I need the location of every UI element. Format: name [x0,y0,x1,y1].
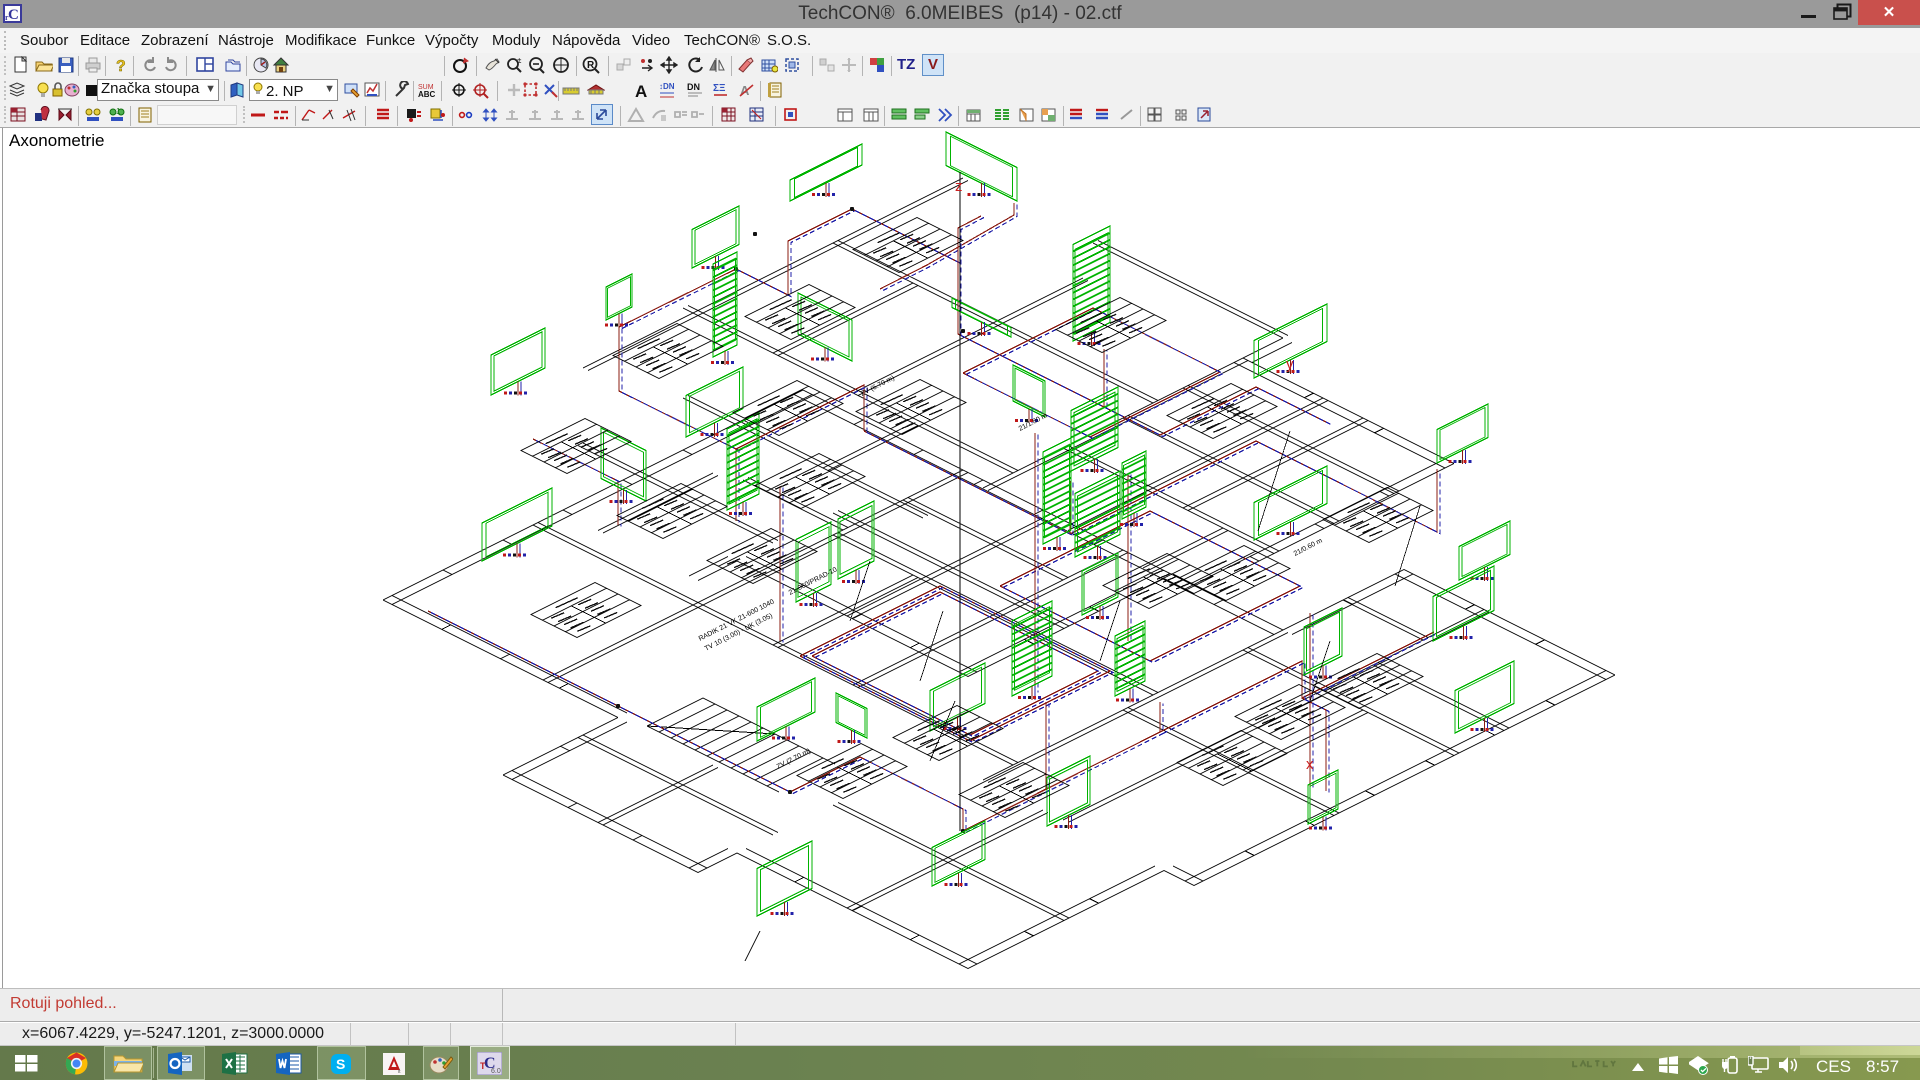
svg-text:y: y [1286,356,1294,373]
svg-text:A: A [635,82,647,99]
svg-text:6.0: 6.0 [491,1068,501,1075]
svg-text:z: z [955,178,963,195]
svg-text:±: ± [517,56,522,65]
svg-text:1: 1 [116,107,121,116]
svg-text:S: S [336,1056,345,1072]
svg-text:T: T [480,1061,486,1071]
svg-text:ΣΞ: ΣΞ [713,83,726,94]
svg-text:R: R [587,60,595,71]
svg-text:ABC: ABC [418,90,435,99]
svg-text:DN: DN [687,82,700,92]
svg-text:ZV (2.70 m): ZV (2.70 m) [776,748,812,771]
svg-text:21/0.60 m: 21/0.60 m [1293,537,1324,557]
svg-text:↕DN: ↕DN [659,82,675,91]
svg-text:21/1.80 m: 21/1.80 m [1018,412,1049,432]
svg-text:?: ? [116,58,126,74]
svg-text:x: x [1306,756,1314,773]
